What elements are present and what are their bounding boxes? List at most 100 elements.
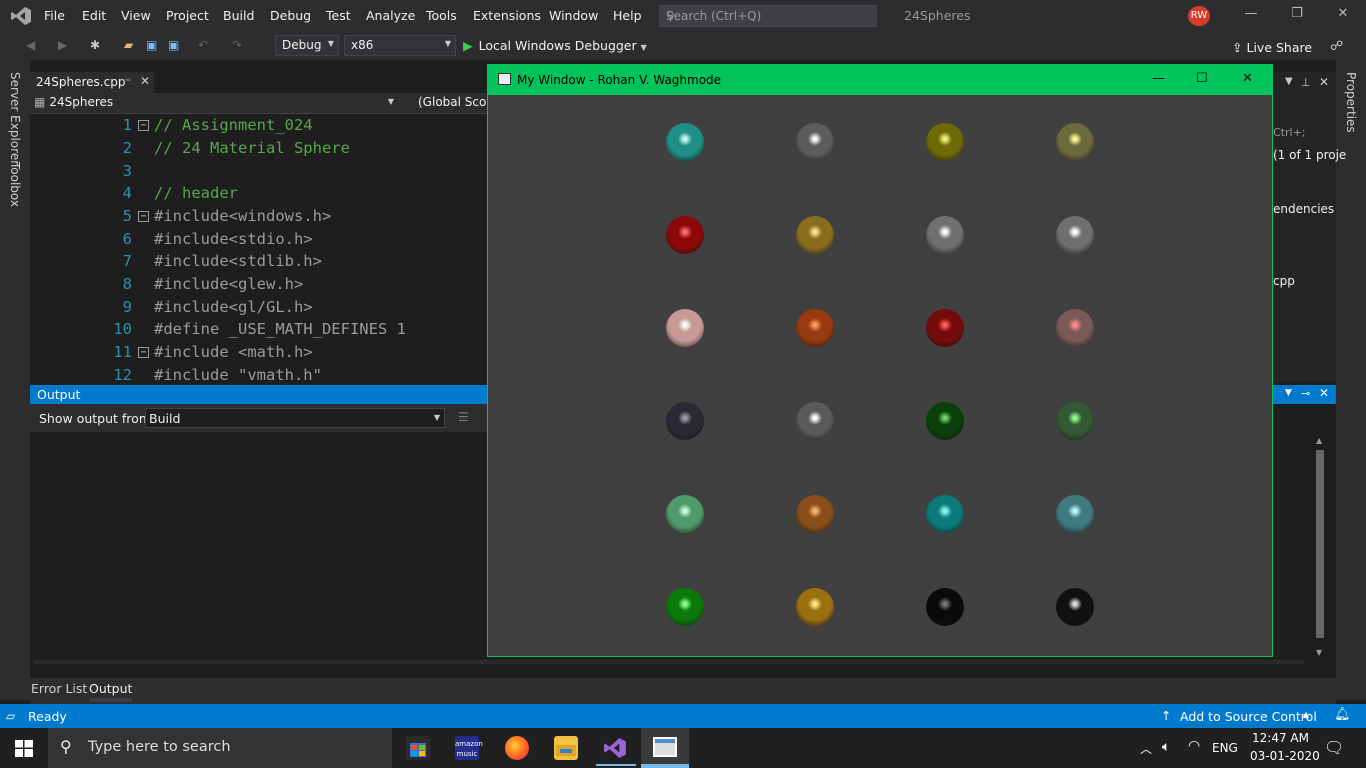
minimize-icon[interactable]: — <box>1152 71 1165 86</box>
opengl-window[interactable]: My Window - Rohan V. Waghmode — ☐ ✕ <box>487 64 1273 657</box>
minimize-icon[interactable]: — <box>1240 6 1262 26</box>
volume-icon[interactable]: 🔈︎ <box>1162 739 1170 755</box>
line-number: 10 <box>113 320 132 338</box>
status-icon: ▱ <box>6 709 16 723</box>
code-editor[interactable]: 1 2 3 4 5 6 7 8 9 10 11 12 − − − // Assi… <box>30 114 488 384</box>
chevron-up-icon: ▲ <box>1303 710 1310 719</box>
windows-start-icon[interactable] <box>15 740 33 757</box>
file-explorer-icon[interactable] <box>554 736 578 760</box>
undo-icon[interactable]: ↶ <box>198 38 208 52</box>
start-debugging-button[interactable]: ▶ Local Windows Debugger ▼ <box>463 38 647 53</box>
output-source-select[interactable]: Build ▼ <box>145 408 445 428</box>
add-to-source-control-button[interactable]: Add to Source Control <box>1180 709 1317 724</box>
line-number: 1 <box>122 116 132 134</box>
line-number: 7 <box>122 252 132 270</box>
menu-view[interactable]: View <box>121 8 151 23</box>
config-select[interactable]: Debug ▼ <box>275 35 339 56</box>
scrollbar-thumb[interactable] <box>1316 450 1324 638</box>
avatar[interactable]: RW <box>1188 6 1210 26</box>
save-all-icon[interactable]: ▣ <box>168 38 179 52</box>
maximize-icon[interactable]: ☐ <box>1196 71 1208 86</box>
menu-build[interactable]: Build <box>223 8 254 23</box>
live-share-button[interactable]: ⇪ Live Share <box>1232 40 1312 55</box>
collapse-icon[interactable]: − <box>138 211 149 222</box>
config-value: Debug <box>282 38 322 52</box>
pin-icon[interactable]: ⊸ <box>1301 387 1310 400</box>
scroll-down-icon[interactable]: ▼ <box>1316 648 1322 657</box>
firefox-icon[interactable] <box>505 736 529 760</box>
notification-bell-icon[interactable]: 🔔︎ <box>1334 707 1351 722</box>
clock-date[interactable]: 03-01-2020 <box>1250 749 1320 763</box>
material-sphere <box>666 309 704 347</box>
opengl-window-titlebar[interactable]: My Window - Rohan V. Waghmode — ☐ ✕ <box>488 65 1272 95</box>
visual-studio-logo-icon[interactable] <box>10 6 32 26</box>
dropdown-icon[interactable]: ▼ <box>1285 76 1293 87</box>
open-icon[interactable]: ▰ <box>124 38 133 52</box>
code-line: // Assignment_024 <box>154 116 313 134</box>
menu-file[interactable]: File <box>44 8 65 23</box>
menu-project[interactable]: Project <box>166 8 209 23</box>
save-icon[interactable]: ▣ <box>146 38 157 52</box>
restore-icon[interactable]: ❐ <box>1286 6 1308 26</box>
tree-item[interactable]: endencies <box>1273 202 1334 216</box>
chevron-down-icon: ▼ <box>444 39 451 48</box>
scroll-up-icon[interactable]: ▲ <box>1316 436 1322 445</box>
close-icon[interactable]: ✕ <box>1332 6 1354 26</box>
pin-icon[interactable]: ⊸ <box>122 75 130 86</box>
properties-tab[interactable]: Properties <box>1344 72 1358 133</box>
back-icon[interactable]: ◀ <box>26 38 35 52</box>
redo-icon[interactable]: ↷ <box>232 38 242 52</box>
close-panel-icon[interactable]: ✕ <box>1319 75 1329 89</box>
wifi-icon[interactable]: ◠ <box>1188 738 1200 754</box>
clock-time[interactable]: 12:47 AM <box>1252 731 1309 745</box>
close-tab-icon[interactable]: ✕ <box>140 74 150 88</box>
vertical-scrollbar[interactable]: ▲ ▼ <box>1314 436 1326 660</box>
app-window-icon <box>653 737 677 757</box>
document-tab[interactable]: 24Spheres.cpp ⊸ ✕ <box>30 72 154 93</box>
feedback-icon[interactable]: ☍ <box>1330 39 1343 54</box>
material-sphere <box>926 402 964 440</box>
collapse-icon[interactable]: − <box>138 347 149 358</box>
action-center-icon[interactable]: 🗨︎ <box>1324 738 1344 757</box>
store-icon[interactable] <box>406 736 430 760</box>
menu-help[interactable]: Help <box>613 8 642 23</box>
amazon-music-icon[interactable]: amazon music <box>455 736 483 760</box>
status-bar: ▱ Ready ↑ Add to Source Control ▲ 🔔︎ <box>0 704 1366 728</box>
chevron-up-icon[interactable]: ︿ <box>1140 740 1152 757</box>
taskbar-search[interactable]: ⚲ Type here to search <box>48 728 392 768</box>
server-explorer-tab[interactable]: Server Explorer <box>8 72 22 165</box>
menu-test[interactable]: Test <box>326 8 351 23</box>
new-project-icon[interactable]: ✱ <box>90 38 100 52</box>
pin-icon[interactable]: ⊥ <box>1301 76 1311 89</box>
collapse-icon[interactable]: − <box>138 120 149 131</box>
menu-analyze[interactable]: Analyze <box>366 8 415 23</box>
search-hint: Ctrl+; <box>1273 126 1306 139</box>
output-tab[interactable]: Output <box>89 681 133 702</box>
dropdown-icon[interactable]: ▼ <box>1285 388 1292 398</box>
visual-studio-icon[interactable] <box>603 736 627 760</box>
close-panel-icon[interactable]: ✕ <box>1319 386 1329 400</box>
horizontal-scrollbar[interactable] <box>34 660 1304 664</box>
toolbox-tab[interactable]: Toolbox <box>8 162 22 207</box>
scope-dropdown[interactable]: (Global Scope <box>418 95 488 112</box>
tree-item[interactable]: cpp <box>1273 274 1295 288</box>
platform-select[interactable]: x86 ▼ <box>344 35 456 56</box>
menu-window[interactable]: Window <box>549 8 598 23</box>
project-dropdown[interactable]: ▦ 24Spheres ▼ <box>34 95 394 112</box>
menu-tools[interactable]: Tools <box>426 8 457 23</box>
menu-edit[interactable]: Edit <box>82 8 106 23</box>
code-line: #define _USE_MATH_DEFINES 1 <box>154 320 406 338</box>
platform-value: x86 <box>351 38 374 52</box>
input-language[interactable]: ENG <box>1212 741 1238 755</box>
clear-icon[interactable]: ☰ <box>458 410 469 424</box>
close-icon[interactable]: ✕ <box>1242 71 1253 86</box>
menu-extensions[interactable]: Extensions <box>473 8 541 23</box>
error-list-tab[interactable]: Error List <box>31 681 87 696</box>
forward-icon[interactable]: ▶ <box>58 38 67 52</box>
live-share-label: Live Share <box>1246 40 1313 55</box>
menu-debug[interactable]: Debug <box>270 8 311 23</box>
search-box[interactable]: Search (Ctrl+Q) ⚲ <box>659 5 877 27</box>
solution-name: 24Spheres <box>904 8 971 23</box>
render-surface[interactable] <box>488 95 1272 656</box>
active-app-slot[interactable] <box>641 728 689 768</box>
